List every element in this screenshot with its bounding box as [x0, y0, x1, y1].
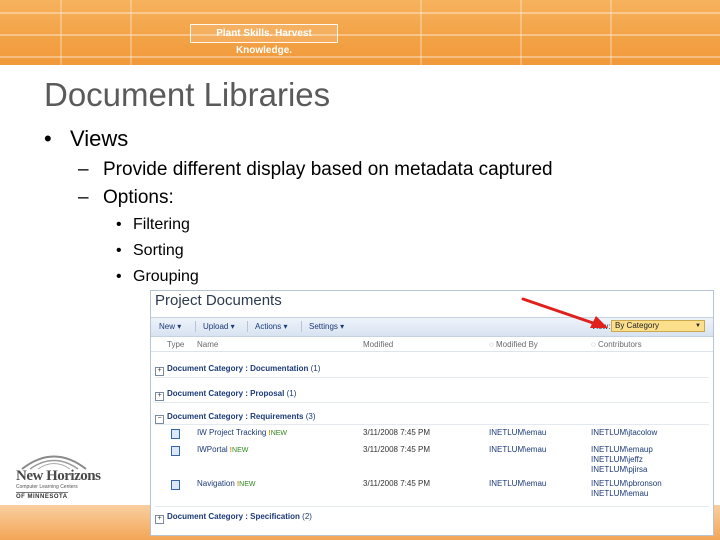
logo-mark-icon	[21, 455, 87, 470]
upload-caret-icon: ▾	[230, 322, 235, 331]
col-type[interactable]: Type	[167, 340, 184, 349]
option-sorting: • Sorting	[116, 242, 184, 259]
doc-contributors: INETLUM\pbronson INETLUM\emau	[591, 479, 662, 499]
group-count: (3)	[305, 412, 316, 421]
sub-bullet-display-text: Provide different display based on metad…	[103, 159, 553, 180]
expand-icon[interactable]: +	[155, 367, 164, 376]
logo-region: OF MINNESOTA	[16, 492, 68, 500]
doc-modified-by[interactable]: INETLUM\emau	[489, 479, 546, 488]
new-badge-text: NEW	[232, 447, 249, 454]
doc-contributors: INETLUM\emaup INETLUM\jeffz INETLUM\pjir…	[591, 445, 653, 475]
contributor[interactable]: INETLUM\pjirsa	[591, 465, 653, 475]
contributor[interactable]: INETLUM\emau	[591, 489, 662, 499]
new-caret-icon: ▾	[177, 322, 182, 331]
new-badge: !NEW	[268, 430, 288, 437]
new-badge: !NEW	[236, 481, 256, 488]
group-label: Document Category : Specification	[167, 512, 300, 521]
bullet-views-text: Views	[70, 126, 129, 151]
contributor[interactable]: INETLUM\emaup	[591, 445, 653, 455]
group-specification[interactable]: + Document Category : Specification (2)	[155, 512, 312, 524]
sub-bullet-options-text: Options:	[103, 187, 174, 208]
logo-name: New Horizons	[16, 468, 101, 484]
expand-icon[interactable]: +	[155, 392, 164, 401]
collapse-icon[interactable]: −	[155, 415, 164, 424]
actions-caret-icon: ▾	[283, 322, 288, 331]
option-filtering: • Filtering	[116, 216, 190, 233]
option-sorting-text: Sorting	[133, 242, 184, 259]
callout-arrow-icon	[521, 297, 608, 328]
tagline: Plant Skills. Harvest Knowledge.	[190, 24, 338, 56]
doc-contributors: INETLUM\jtacolow	[591, 428, 657, 438]
doc-name-text: Navigation	[197, 479, 235, 488]
document-icon	[171, 480, 180, 490]
upload-menu[interactable]: Upload ▾	[203, 322, 235, 331]
doc-name[interactable]: IW Project Tracking !NEW	[197, 428, 287, 437]
settings-menu[interactable]: Settings ▾	[309, 322, 344, 331]
doc-name[interactable]: IWPortal !NEW	[197, 445, 248, 454]
view-selector-value: By Category	[615, 321, 660, 330]
col-modified[interactable]: Modified	[363, 340, 393, 349]
sub-bullet-options: – Options:	[78, 187, 174, 208]
new-menu-label: New	[159, 322, 176, 331]
view-dropdown-icon: ▼	[695, 323, 701, 329]
col-modified-by-label: Modified By	[496, 340, 538, 349]
group-count: (1)	[286, 389, 297, 398]
option-grouping-text: Grouping	[133, 268, 199, 285]
header-banner: Plant Skills. Harvest Knowledge.	[0, 0, 720, 65]
option-grouping: • Grouping	[116, 268, 199, 285]
col-contributors-label: Contributors	[598, 340, 642, 349]
bullet-views: • Views	[44, 126, 129, 151]
option-filtering-text: Filtering	[133, 216, 190, 233]
doc-name[interactable]: Navigation !NEW	[197, 479, 256, 488]
upload-menu-label: Upload	[203, 322, 229, 331]
new-horizons-logo: New Horizons Computer Learning Centers O…	[14, 450, 101, 502]
user-icon: ◌	[591, 340, 596, 349]
column-header-row: Type Name Modified ◌ Modified By ◌ Contr…	[151, 337, 713, 352]
doc-modified-by[interactable]: INETLUM\emau	[489, 428, 546, 437]
group-label: Document Category : Proposal	[167, 389, 285, 398]
group-requirements[interactable]: − Document Category : Requirements (3)	[155, 412, 315, 424]
settings-menu-label: Settings	[309, 322, 338, 331]
view-selector[interactable]: By Category ▼	[611, 320, 705, 332]
logo-subtitle: Computer Learning Centers	[16, 484, 78, 490]
new-badge-text: NEW	[239, 481, 256, 488]
col-modified-by[interactable]: ◌ Modified By	[489, 340, 538, 349]
settings-caret-icon: ▾	[340, 322, 345, 331]
contributor[interactable]: INETLUM\pbronson	[591, 479, 662, 489]
document-icon	[171, 446, 180, 456]
document-icon	[171, 429, 180, 439]
col-contributors[interactable]: ◌ Contributors	[591, 340, 642, 349]
col-name[interactable]: Name	[197, 340, 218, 349]
new-badge: !NEW	[229, 447, 249, 454]
contributor[interactable]: INETLUM\jeffz	[591, 455, 653, 465]
group-label: Document Category : Documentation	[167, 364, 309, 373]
library-screenshot: Project Documents New ▾ Upload ▾ Actions…	[150, 290, 714, 536]
group-count: (1)	[310, 364, 321, 373]
group-label: Document Category : Requirements	[167, 412, 304, 421]
library-title: Project Documents	[155, 292, 282, 309]
new-menu[interactable]: New ▾	[159, 322, 181, 331]
doc-modified: 3/11/2008 7:45 PM	[363, 445, 431, 454]
new-badge-text: NEW	[270, 430, 288, 437]
doc-modified-by[interactable]: INETLUM\emau	[489, 445, 546, 454]
group-count: (2)	[302, 512, 312, 521]
user-icon: ◌	[489, 340, 494, 349]
library-toolbar: New ▾ Upload ▾ Actions ▾ Settings ▾ View…	[151, 317, 713, 337]
actions-menu[interactable]: Actions ▾	[255, 322, 287, 331]
actions-menu-label: Actions	[255, 322, 282, 331]
contributor[interactable]: INETLUM\jtacolow	[591, 428, 657, 438]
group-proposal[interactable]: + Document Category : Proposal (1)	[155, 389, 296, 401]
doc-name-text: IW Project Tracking	[197, 428, 267, 437]
expand-icon[interactable]: +	[155, 515, 164, 524]
doc-name-text: IWPortal	[197, 445, 228, 454]
doc-modified: 3/11/2008 7:45 PM	[363, 428, 431, 437]
sub-bullet-display: – Provide different display based on meta…	[78, 159, 553, 180]
slide-title: Document Libraries	[44, 76, 331, 113]
doc-modified: 3/11/2008 7:45 PM	[363, 479, 431, 488]
group-documentation[interactable]: + Document Category : Documentation (1)	[155, 364, 320, 376]
